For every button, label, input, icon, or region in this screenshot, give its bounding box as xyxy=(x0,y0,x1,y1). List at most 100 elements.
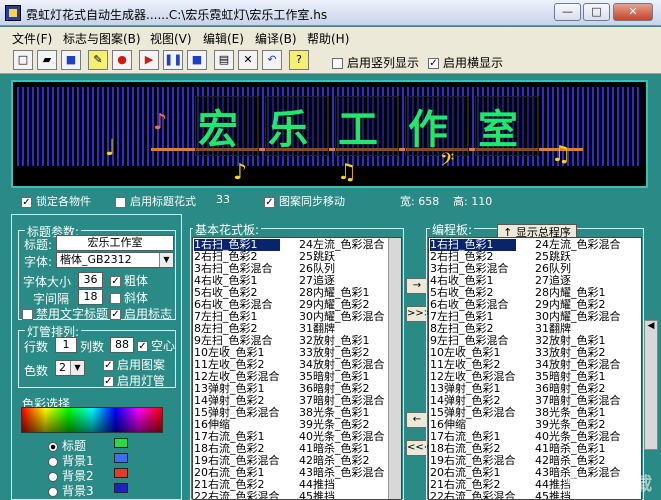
enable-logo-checkbox[interactable]: ✓ 启用标志 xyxy=(110,305,172,322)
checkbox-box[interactable]: ✓ xyxy=(21,196,32,208)
list-item[interactable]: 22右流_色彩混合 xyxy=(194,491,280,500)
tools-icon[interactable]: ✕ xyxy=(238,50,258,70)
new-file-icon[interactable]: □ xyxy=(13,50,33,70)
rows-input[interactable]: 1 xyxy=(55,337,77,353)
disable-text-title-checkbox[interactable]: 禁用文字标题 xyxy=(22,305,108,322)
stage-title: 宏乐工作室 xyxy=(195,96,545,156)
enable-tube-checkbox[interactable]: ✓ 启用灯管 xyxy=(103,372,165,389)
radio-dot[interactable] xyxy=(48,456,58,467)
basic-list-scrollbar[interactable] xyxy=(388,238,401,499)
bold-checkbox[interactable]: ✓ 粗体 xyxy=(110,272,148,289)
music-note-icon: ♪ xyxy=(233,160,248,185)
save-icon[interactable]: ■ xyxy=(61,50,81,70)
title-style-checkbox[interactable]: 启用标题花式 xyxy=(115,193,196,209)
stage-title-char: 宏 xyxy=(195,96,259,156)
checkbox-box[interactable] xyxy=(110,293,121,304)
font-select[interactable]: 楷体_GB2312 ▼ xyxy=(56,252,174,268)
color-swatch-bg2[interactable] xyxy=(114,468,128,478)
undo-icon[interactable]: ↶ xyxy=(262,50,282,70)
spacing-input[interactable]: 18 xyxy=(78,289,103,305)
open-folder-icon[interactable]: ▰ xyxy=(37,50,57,70)
maximize-button[interactable]: □ xyxy=(583,3,610,21)
list-item[interactable]: 22右流_色彩混合 xyxy=(430,491,516,500)
checkbox-box[interactable]: ✓ xyxy=(428,58,439,69)
close-button[interactable]: ✕ xyxy=(613,3,653,21)
menu-logo-pattern[interactable]: 标志与图案(B) xyxy=(63,30,141,47)
cols-input[interactable]: 88 xyxy=(110,337,134,353)
stage-title-char: 作 xyxy=(405,96,469,156)
vertical-display-checkbox[interactable]: 启用竖列显示 xyxy=(332,54,419,71)
add-all-button[interactable]: >>> xyxy=(406,306,432,322)
colors-select[interactable]: 2 ▼ xyxy=(55,360,85,376)
lock-items-checkbox[interactable]: ✓ 锁定各物件 xyxy=(21,193,91,209)
color-swatch-bg1[interactable] xyxy=(114,453,128,463)
pause-icon[interactable]: ❚❚ xyxy=(163,50,183,70)
basic-list-column-1: 1右扫_色彩1 2右扫_色彩2 3右扫_色彩混合 4右收_色彩1 5右收_色彩2 6右收_… xyxy=(194,239,280,500)
color-target-radio-bg3[interactable]: 背景3 xyxy=(48,482,94,499)
stage-title-char: 乐 xyxy=(265,96,329,156)
color-swatch-bg3[interactable] xyxy=(114,483,128,493)
add-one-button[interactable]: → xyxy=(406,278,428,294)
radio-dot[interactable] xyxy=(48,486,58,497)
menu-bar: 文件(F) 标志与图案(B) 视图(V) 编辑(E) 编译(B) 帮助(H) xyxy=(0,27,661,47)
neon-preview-stage[interactable]: ♪ 宏乐工作室 ♩ ♪ ♫ 𝄢 ♫ xyxy=(11,80,648,188)
toolbar: □ ▰ ■ ✎ ● ▶ ❚❚ ■ ▤ ✕ ↶ ? 启用竖列显示 ✓ 启用横显示 xyxy=(0,47,661,74)
checkbox-box[interactable]: ✓ xyxy=(110,309,121,320)
menu-view[interactable]: 视图(V) xyxy=(150,30,192,47)
checkbox-box[interactable]: ✓ xyxy=(103,376,114,387)
menu-help[interactable]: 帮助(H) xyxy=(307,30,349,47)
stage-height: 高: 110 xyxy=(453,195,493,208)
hollow-checkbox[interactable]: ✓ 空心 xyxy=(137,337,175,354)
checkbox-box[interactable] xyxy=(332,58,343,69)
play-icon[interactable]: ▶ xyxy=(139,50,159,70)
end-icon[interactable]: ■ xyxy=(187,50,207,70)
checkbox-box[interactable]: ✓ xyxy=(103,360,114,371)
stage-width: 宽: 658 xyxy=(400,195,440,208)
radio-dot[interactable] xyxy=(48,441,58,452)
menu-edit[interactable]: 编辑(E) xyxy=(203,30,244,47)
help-icon[interactable]: ? xyxy=(289,50,309,70)
title-bar: 霓虹灯花式自动生成器......C:\宏乐霓虹灯\宏乐工作室.hs — □ ✕ xyxy=(0,0,661,26)
music-note-icon: ♩ xyxy=(105,136,116,161)
chevron-down-icon[interactable]: ▼ xyxy=(70,361,84,375)
draw-icon[interactable]: ✎ xyxy=(88,50,108,70)
edit-icon[interactable]: ▤ xyxy=(214,50,234,70)
radio-dot[interactable] xyxy=(48,471,58,482)
checkbox-box[interactable]: ✓ xyxy=(137,341,148,352)
minimize-button[interactable]: — xyxy=(554,3,581,21)
basic-pattern-list[interactable]: 1右扫_色彩1 2右扫_色彩2 3右扫_色彩混合 4右收_色彩1 5右收_色彩2 6右收_… xyxy=(192,237,402,500)
color-palette[interactable] xyxy=(21,407,163,433)
colors-label: 色数 xyxy=(24,364,49,378)
logo-icon: ♪ xyxy=(153,110,168,135)
checkbox-box[interactable] xyxy=(22,309,33,320)
checkbox-box[interactable]: ✓ xyxy=(264,196,275,208)
enable-pattern-checkbox[interactable]: ✓ 启用图案 xyxy=(103,356,165,373)
color-swatch-title[interactable] xyxy=(114,438,128,448)
horizontal-display-checkbox[interactable]: ✓ 启用横显示 xyxy=(428,54,503,71)
checkbox-box[interactable] xyxy=(115,196,126,208)
basic-list-column-2: 24左流_色彩混合 25跳跃 26队列 27追逐 28内耀_色彩1 29内耀_色彩2 30内… xyxy=(299,239,385,500)
font-value: 楷体_GB2312 xyxy=(60,253,132,266)
app-icon xyxy=(5,5,21,21)
menu-file[interactable]: 文件(F) xyxy=(12,30,52,47)
chevron-down-icon[interactable]: ▼ xyxy=(159,253,173,267)
remove-all-button[interactable]: <<< xyxy=(406,440,432,456)
remove-one-button[interactable]: ← xyxy=(406,412,428,428)
checkbox-box[interactable]: ✓ xyxy=(110,276,121,287)
menu-compile[interactable]: 编译(B) xyxy=(255,30,297,47)
music-note-icon: ♫ xyxy=(551,142,571,167)
window-title: 霓虹灯花式自动生成器......C:\宏乐霓虹灯\宏乐工作室.hs xyxy=(26,8,328,22)
font-size-input[interactable]: 36 xyxy=(78,272,103,288)
font-label: 字体: xyxy=(24,255,53,269)
watermark-logo: 9553下载 xyxy=(566,474,653,495)
sync-pattern-checkbox[interactable]: ✓ 图案同步移动 xyxy=(264,193,345,209)
stage-title-char: 室 xyxy=(475,96,539,156)
italic-checkbox[interactable]: 斜体 xyxy=(110,289,148,306)
stop-icon[interactable]: ● xyxy=(112,50,132,70)
edit-program-list[interactable]: 1右扫_色彩1 2右扫_色彩2 3右扫_色彩混合 4右收_色彩1 5右收_色彩2 6右收_… xyxy=(428,237,642,500)
title-label: 标题: xyxy=(24,238,53,252)
colors-value: 2 xyxy=(59,361,66,374)
list-item[interactable]: 45推挡 xyxy=(299,491,385,500)
right-scrollbar[interactable]: ◀ xyxy=(644,320,658,450)
title-input[interactable]: 宏乐工作室 xyxy=(56,235,174,251)
